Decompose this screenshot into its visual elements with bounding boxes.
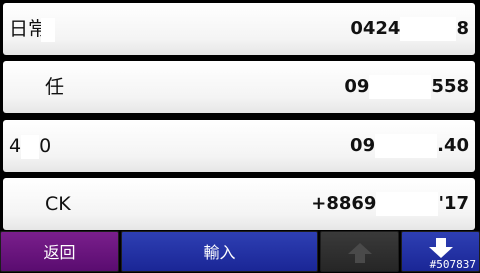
arrow-down-icon [428,238,453,258]
contact-number: 09.40 [350,134,469,158]
scroll-up-button[interactable] [320,231,399,272]
back-button-label: 返回 [43,243,76,262]
contact-name: 任 [45,76,65,98]
contact-row[interactable]: 任 09 558 [3,61,475,113]
contact-row[interactable]: CK +8869'17 [3,178,475,230]
input-button-label: 輸入 [203,243,236,262]
image-id-tag: #507837 [429,258,476,271]
bottom-toolbar: 返回 輸入 #507837 [0,231,480,272]
contact-name: CK [45,193,71,215]
contact-number: 09 558 [344,75,469,99]
contact-number: 0424 8 [350,17,469,41]
back-button[interactable]: 返回 [0,231,119,272]
contact-row[interactable]: 40 09.40 [3,120,475,172]
contact-number: +8869'17 [311,192,469,216]
input-button[interactable]: 輸入 [121,231,318,272]
contact-name: 40 [9,134,52,159]
contact-list: 日常 0424 8 任 09 558 40 09.40 CK +8869'17 [0,0,480,230]
contact-name: 日常 [9,3,56,55]
arrow-up-icon [347,243,372,263]
contact-row[interactable]: 日常 0424 8 [3,3,475,55]
